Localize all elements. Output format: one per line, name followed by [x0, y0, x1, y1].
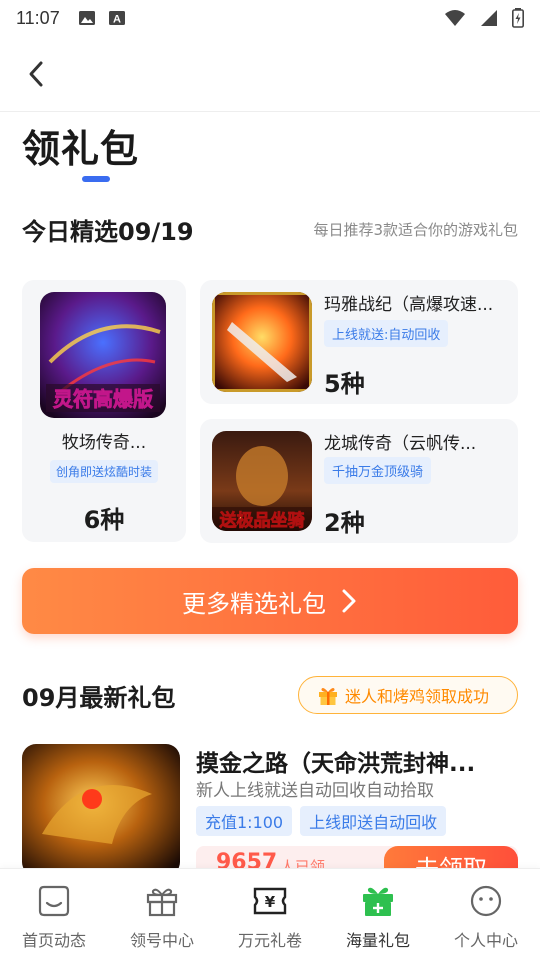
tab-accounts[interactable]: 领号中心: [108, 869, 216, 960]
tab-home[interactable]: 首页动态: [0, 869, 108, 960]
gift-tags: 充值1:100 上线即送自动回收: [196, 806, 447, 836]
gift-box-icon: [146, 888, 178, 917]
nav-bar: [0, 36, 540, 112]
home-icon: [38, 885, 70, 917]
notice-text: 迷人和烤鸡领取成功: [345, 687, 490, 706]
title-indicator: [82, 176, 110, 182]
latest-header: 09月最新礼包: [22, 678, 282, 713]
card-tag: 上线就送:自动回收: [324, 320, 449, 347]
tab-gifts[interactable]: 海量礼包: [324, 869, 432, 960]
tab-label: 万元礼卷: [237, 931, 302, 950]
featured-card-1[interactable]: 灵符高爆版 牧场传奇... 创角即送炫酷时装 6种: [22, 280, 186, 542]
tab-label: 首页动态: [21, 931, 86, 950]
page-title: 领礼包: [22, 127, 140, 171]
card-tag: 创角即送炫酷时装: [49, 460, 158, 483]
chevron-left-icon: [29, 61, 43, 87]
gift-item[interactable]: 摸金之路（天命洪荒封神... 新人上线就送自动回收自动拾取 充值1:100 上线…: [22, 744, 518, 886]
featured-card-3[interactable]: 送极品坐骑 龙城传奇（云帆传... 千抽万金顶级骑 2种: [200, 419, 518, 543]
status-bar: 11:07 A: [0, 0, 540, 36]
game-icon: 灵符高爆版: [40, 292, 166, 418]
gift-count: 5种: [324, 370, 365, 398]
tab-voucher[interactable]: ¥ 万元礼卷: [216, 869, 324, 960]
face-icon: [470, 885, 502, 917]
status-time: 11:07: [16, 7, 60, 28]
today-title: 今日精选09/19: [22, 218, 194, 246]
more-gifts-label: 更多精选礼包: [182, 589, 326, 618]
card-name: 牧场传奇...: [61, 433, 147, 453]
svg-text:送极品坐骑: 送极品坐骑: [220, 510, 305, 531]
card-tag: 千抽万金顶级骑: [324, 457, 432, 484]
gift-icon: [319, 688, 337, 705]
back-button[interactable]: [18, 56, 54, 92]
voucher-icon: ¥: [253, 887, 287, 915]
more-gifts-button[interactable]: 更多精选礼包: [22, 568, 518, 634]
tab-label: 个人中心: [453, 931, 518, 950]
tab-label: 领号中心: [129, 931, 194, 950]
card-name: 龙城传奇（云帆传...: [324, 434, 477, 454]
card-name: 玛雅战纪（高爆攻速...: [324, 295, 494, 315]
today-header: 今日精选09/19 每日推荐3款适合你的游戏礼包: [22, 212, 518, 247]
wifi-icon: [445, 10, 465, 26]
claim-notice: 迷人和烤鸡领取成功: [298, 676, 518, 714]
game-icon: 送极品坐骑: [212, 431, 312, 531]
font-icon: A: [108, 11, 125, 26]
svg-text:A: A: [113, 14, 121, 26]
today-subtitle: 每日推荐3款适合你的游戏礼包: [313, 221, 518, 239]
game-icon: [22, 744, 180, 876]
game-icon: [212, 292, 312, 392]
signal-icon: [481, 10, 497, 26]
gift-tag: 上线即送自动回收: [300, 806, 447, 836]
gift-tag: 充值1:100: [196, 806, 293, 836]
gift-count: 2种: [324, 509, 365, 537]
tab-bar: 首页动态 领号中心 ¥ 万元礼卷 海量礼包 个人中心: [0, 868, 540, 960]
battery-icon: [512, 8, 524, 28]
tab-label: 海量礼包: [345, 931, 410, 950]
gift-name: 摸金之路（天命洪荒封神...: [196, 751, 476, 777]
gift-desc: 新人上线就送自动回收自动拾取: [196, 781, 434, 801]
chevron-right-icon: [342, 589, 356, 613]
gift-count: 6种: [83, 506, 125, 534]
tab-profile[interactable]: 个人中心: [432, 869, 540, 960]
featured-card-2[interactable]: 玛雅战纪（高爆攻速... 上线就送:自动回收 5种: [200, 280, 518, 404]
latest-title: 09月最新礼包: [22, 684, 176, 712]
svg-text:灵符高爆版: 灵符高爆版: [53, 387, 153, 411]
svg-text:¥: ¥: [265, 893, 276, 911]
image-icon: [78, 11, 95, 25]
green-gift-icon: [363, 887, 393, 916]
